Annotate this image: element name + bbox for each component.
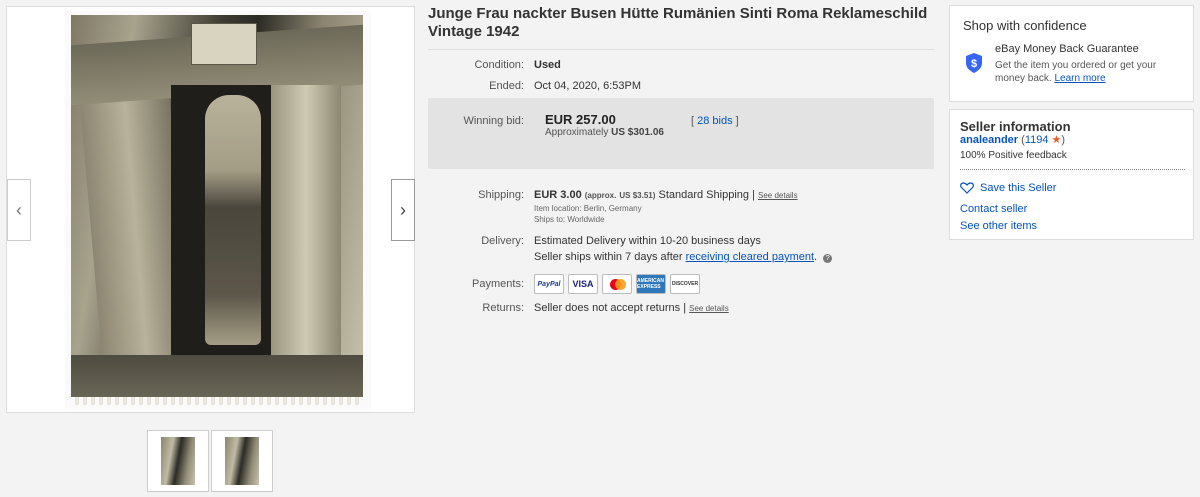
help-icon[interactable]: ? — [823, 254, 833, 263]
bids-link[interactable]: 28 bids — [697, 115, 732, 127]
shipping-label: Shipping: — [478, 189, 524, 201]
seller-name-row: analeander (1194 ★) — [960, 133, 1065, 146]
item-location-row: Item location: Berlin, Germany — [428, 203, 934, 214]
confidence-title: Shop with confidence — [963, 18, 1087, 33]
visa-logo-icon: VISA — [568, 274, 598, 294]
advertising-sign — [191, 23, 257, 65]
winning-bid-label: Winning bid: — [463, 115, 524, 127]
save-seller-label: Save this Seller — [980, 182, 1057, 194]
shield-icon: $ — [966, 53, 982, 73]
feedback-score-link[interactable]: 1194 — [1025, 134, 1049, 146]
shipping-price: EUR 3.00 — [534, 189, 582, 201]
returns-text: Seller does not accept returns | — [534, 302, 687, 314]
thumbnail-strip — [147, 430, 273, 492]
contact-seller-link[interactable]: Contact seller — [960, 203, 1027, 215]
item-title: Junge Frau nackter Busen Hütte Rumänien … — [428, 5, 928, 40]
see-other-items-link[interactable]: See other items — [960, 220, 1037, 232]
winning-bid-price: EUR 257.00 — [545, 112, 616, 127]
mastercard-logo-icon — [602, 274, 632, 294]
thumbnail-image — [161, 437, 195, 485]
condition-label: Condition: — [474, 59, 524, 71]
shipping-approx: (approx. — [584, 191, 617, 200]
ended-value: Oct 04, 2020, 6:53PM — [534, 80, 642, 92]
delivery-note-text: Seller ships within 7 days after — [534, 251, 683, 263]
approx-prefix: Approximately — [545, 127, 609, 138]
payment-logos: PayPal VISA AMERICAN EXPRESS DISCOVER — [534, 274, 700, 294]
image-gallery: ‹ › — [6, 6, 415, 413]
bid-count: [ 28 bids ] — [691, 115, 739, 127]
shipping-method: Standard Shipping | — [658, 189, 755, 201]
amex-logo-icon: AMERICAN EXPRESS — [636, 274, 666, 294]
delivery-row: Delivery: Estimated Delivery within 10-2… — [428, 234, 934, 248]
heart-icon — [960, 182, 974, 194]
delivery-note-row: Seller ships within 7 days after receivi… — [428, 250, 934, 264]
condition-value: Used — [534, 59, 561, 71]
item-location: Item location: Berlin, Germany — [534, 204, 642, 213]
returns-label: Returns: — [482, 302, 524, 314]
cleared-payment-link[interactable]: receiving cleared payment — [686, 251, 814, 263]
item-info: Junge Frau nackter Busen Hütte Rumänien … — [428, 5, 934, 314]
discover-logo-icon: DISCOVER — [670, 274, 700, 294]
returns-section: Returns: Seller does not accept returns … — [428, 301, 934, 316]
previous-image-button[interactable]: ‹ — [7, 179, 31, 241]
item-photo — [71, 15, 363, 405]
guarantee-description: Get the item you ordered or get your mon… — [995, 59, 1185, 85]
returns-see-details-link[interactable]: See details — [689, 304, 729, 313]
shipping-value: EUR 3.00 (approx. US $3.51) Standard Shi… — [534, 188, 798, 203]
paypal-logo-icon: PayPal — [534, 274, 564, 294]
ships-to: Ships to: Worldwide — [534, 215, 605, 224]
ended-label: Ended: — [489, 80, 524, 92]
seller-divider — [960, 169, 1185, 170]
seller-info-title: Seller information — [960, 119, 1071, 134]
shop-with-confidence-card: Shop with confidence $ eBay Money Back G… — [949, 5, 1194, 102]
seller-information-card: Seller information analeander (1194 ★) 1… — [949, 109, 1194, 240]
returns-value: Seller does not accept returns | See det… — [534, 301, 729, 316]
main-image[interactable] — [65, 11, 371, 409]
delivery-label: Delivery: — [481, 235, 524, 247]
save-seller-button[interactable]: Save this Seller — [960, 182, 1056, 194]
learn-more-link[interactable]: Learn more — [1054, 73, 1105, 84]
payments-label: Payments: — [472, 278, 524, 290]
payments-row: Payments: PayPal VISA AMERICAN EXPRESS D… — [428, 274, 934, 294]
delivery-note: Seller ships within 7 days after receivi… — [534, 250, 833, 264]
star-icon: ★ — [1051, 134, 1062, 146]
chevron-left-icon: ‹ — [16, 199, 22, 220]
seller-score: (1194 ★) — [1021, 134, 1066, 146]
thumbnail-2[interactable] — [211, 430, 273, 492]
ships-to-row: Ships to: Worldwide — [428, 214, 934, 225]
thumbnail-image — [225, 437, 259, 485]
next-image-button[interactable]: › — [391, 179, 415, 241]
chevron-right-icon: › — [400, 199, 406, 220]
ended-row: Ended: Oct 04, 2020, 6:53PM — [428, 79, 934, 93]
shipping-see-details-link[interactable]: See details — [758, 191, 798, 200]
bracket-close: ] — [735, 115, 739, 127]
guarantee-title: eBay Money Back Guarantee — [995, 43, 1139, 55]
bracket-open: [ — [691, 115, 695, 127]
delivery-note-end: . — [814, 251, 818, 263]
svg-text:$: $ — [971, 58, 977, 70]
thumbnail-1[interactable] — [147, 430, 209, 492]
winning-bid-box: Winning bid: EUR 257.00 Approximately US… — [428, 98, 934, 169]
approx-value: US $301.06 — [611, 127, 664, 138]
delivery-section: Delivery: Estimated Delivery within 10-2… — [428, 234, 934, 264]
delivery-estimate: Estimated Delivery within 10-20 business… — [534, 235, 761, 247]
title-divider — [428, 49, 934, 50]
positive-feedback: 100% Positive feedback — [960, 150, 1067, 161]
shipping-approx-value: US $3.51) — [619, 191, 656, 200]
shipping-section: Shipping: EUR 3.00 (approx. US $3.51) St… — [428, 188, 934, 225]
seller-name-link[interactable]: analeander — [960, 134, 1018, 146]
condition-row: Condition: Used — [428, 58, 934, 72]
returns-row: Returns: Seller does not accept returns … — [428, 301, 934, 316]
approx-price: Approximately US $301.06 — [545, 127, 664, 138]
shipping-row: Shipping: EUR 3.00 (approx. US $3.51) St… — [428, 188, 934, 203]
